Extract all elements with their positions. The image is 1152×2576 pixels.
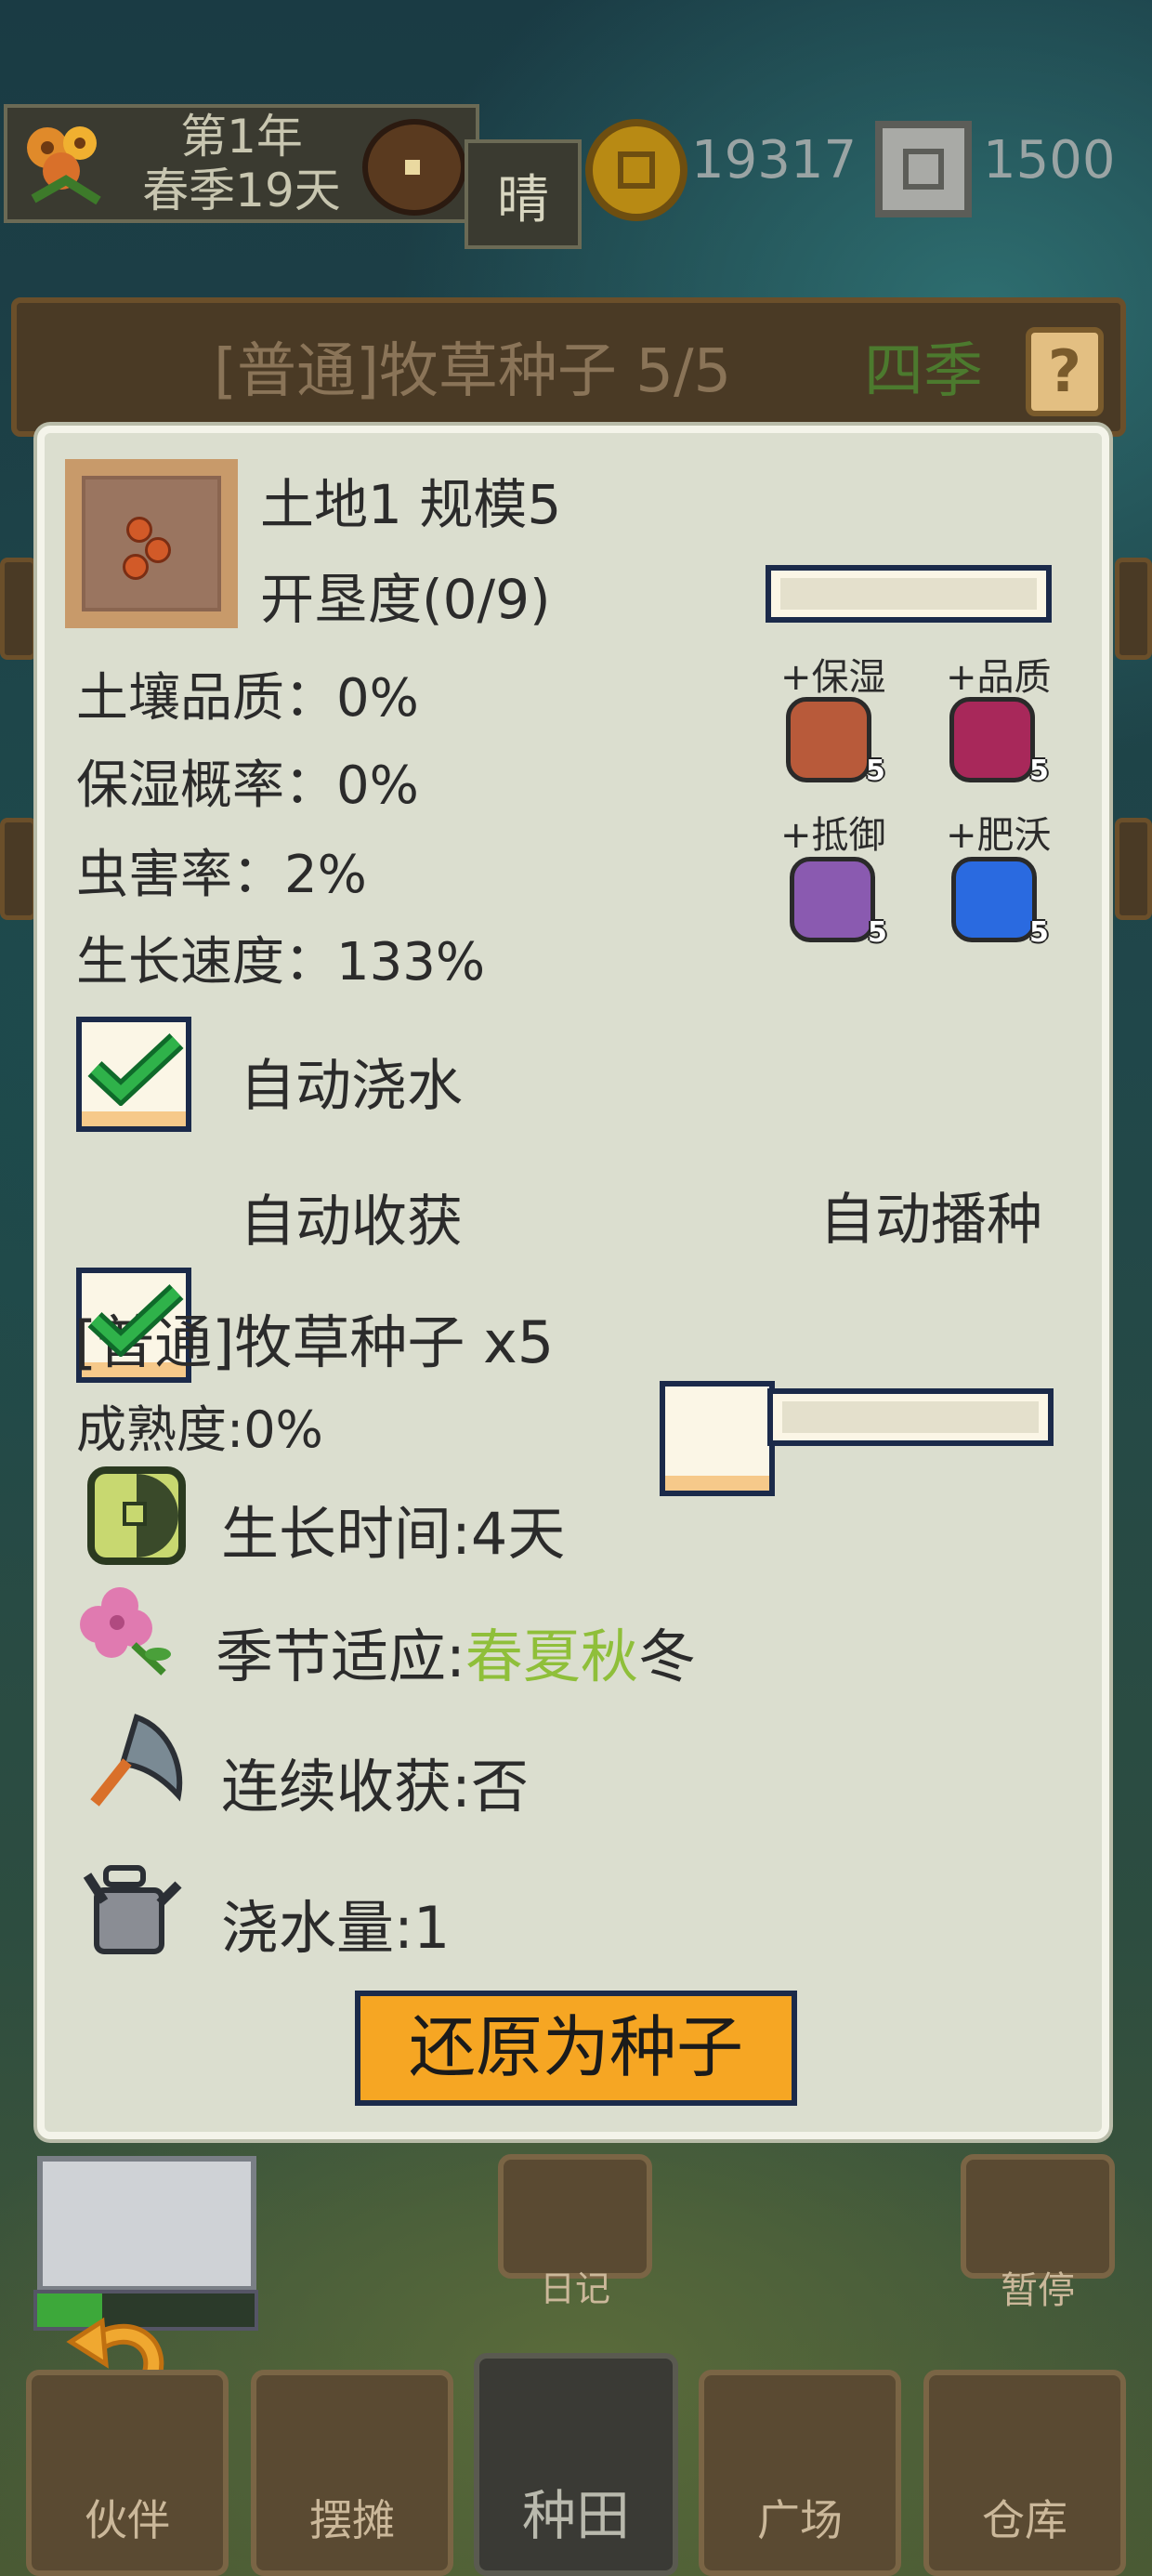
growth-time-label: 生长时间:4天 xyxy=(221,1500,566,1568)
restore-to-seed-button[interactable]: 还原为种子 xyxy=(355,1991,797,2106)
auto-harvest-label: 自动收获 xyxy=(240,1189,463,1255)
field-row-seed-title: [普通]牧草种子 5/5 xyxy=(214,337,732,406)
fertilizer-label-fertile: +肥沃 xyxy=(946,814,1052,857)
help-button[interactable]: ? xyxy=(1026,327,1104,416)
side-tab xyxy=(1115,558,1152,660)
nav-stall-label: 摆摊 xyxy=(309,2495,395,2545)
cultivation-progress-bar xyxy=(766,565,1052,623)
season-autumn: 秋 xyxy=(580,1623,638,1690)
clock-hand xyxy=(405,160,420,175)
date-text: 第1年 春季19天 xyxy=(121,110,362,217)
nav-companions-label: 伙伴 xyxy=(85,2495,170,2545)
nav-warehouse-label: 仓库 xyxy=(982,2495,1067,2545)
auto-water-checkbox[interactable] xyxy=(76,1017,191,1132)
moisture-gem-icon[interactable] xyxy=(786,697,871,782)
coin-count: 19317 xyxy=(691,130,857,191)
chip-icon-inner xyxy=(903,149,944,190)
nav-plaza-label: 广场 xyxy=(757,2495,843,2545)
checkmark-icon xyxy=(87,1032,184,1106)
stat-soil-quality: 土壤品质：0% xyxy=(76,668,419,729)
flower-icon xyxy=(80,1587,171,1676)
clock-icon xyxy=(87,1466,186,1565)
season-day-label: 春季19天 xyxy=(142,164,341,217)
land-title: 土地1 规模5 xyxy=(260,473,562,536)
diary-label: 日记 xyxy=(539,2268,610,2309)
season-adapt-prefix: 季节适应: xyxy=(216,1623,465,1690)
auto-water-label: 自动浇水 xyxy=(240,1054,463,1119)
fertilizer-count: 5 xyxy=(1029,916,1049,949)
sickle-icon xyxy=(90,1714,183,1807)
year-label: 第1年 xyxy=(180,110,303,164)
side-tab xyxy=(0,818,37,920)
fertilizer-label-quality: +品质 xyxy=(946,656,1052,699)
coin-icon-inner xyxy=(618,151,655,189)
side-tab xyxy=(1115,818,1152,920)
season-winter: 冬 xyxy=(637,1623,696,1690)
checkmark-icon xyxy=(87,1283,184,1357)
fertilizer-count: 5 xyxy=(868,916,887,949)
season-summer: 夏 xyxy=(522,1623,581,1690)
maturity-label: 成熟度:0% xyxy=(76,1400,323,1459)
fertilizer-label-defense: +抵御 xyxy=(780,814,886,857)
fertile-gem-icon[interactable] xyxy=(951,857,1037,942)
watering-can-icon xyxy=(83,1865,182,1954)
weather-label: 晴 xyxy=(497,170,549,230)
cultivation-label: 开垦度(0/9) xyxy=(260,568,551,631)
season-flower-icon xyxy=(27,126,101,205)
companion-avatar[interactable] xyxy=(37,2156,256,2292)
water-amount-label: 浇水量:1 xyxy=(221,1894,451,1962)
field-row-season: 四季 xyxy=(864,337,983,406)
stat-moisture: 保湿概率：0% xyxy=(76,756,419,816)
stat-pest-rate: 虫害率：2% xyxy=(76,845,367,905)
nav-farming-label: 种田 xyxy=(521,2484,630,2547)
pause-label: 暂停 xyxy=(1001,2269,1075,2312)
defense-gem-icon[interactable] xyxy=(790,857,875,942)
soil-plot-icon xyxy=(65,459,238,628)
auto-sow-label: 自动播种 xyxy=(819,1188,1042,1253)
fertilizer-count: 5 xyxy=(866,755,885,787)
maturity-progress-bar xyxy=(767,1388,1054,1446)
side-tab xyxy=(0,558,37,660)
auto-sow-checkbox[interactable] xyxy=(660,1381,775,1496)
stat-growth-speed: 生长速度：133% xyxy=(76,932,486,992)
season-spring: 春 xyxy=(465,1623,523,1690)
season-adapt-label: 季节适应:春夏秋冬 xyxy=(216,1610,696,1693)
continuous-harvest-label: 连续收获:否 xyxy=(221,1753,529,1820)
fertilizer-count: 5 xyxy=(1029,755,1049,787)
fertilizer-label-moisture: +保湿 xyxy=(780,656,886,699)
chip-count: 1500 xyxy=(983,130,1116,191)
quality-gem-icon[interactable] xyxy=(949,697,1035,782)
